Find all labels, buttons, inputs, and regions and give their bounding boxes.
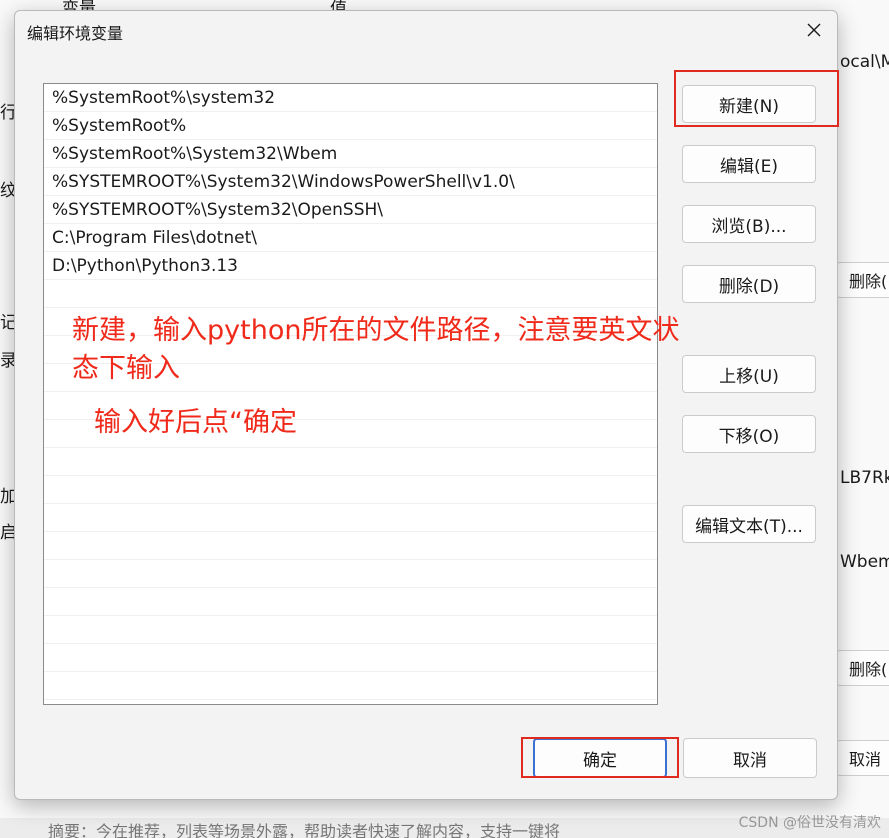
path-list-item[interactable]: %SYSTEMROOT%\System32\OpenSSH\ — [44, 196, 657, 224]
move-up-button[interactable]: 上移(U) — [682, 355, 816, 393]
empty-row: . — [44, 672, 657, 700]
path-list-item[interactable]: %SystemRoot%\system32 — [44, 84, 657, 112]
bg-fragment: LB7Rk — [840, 468, 889, 488]
bg-delete-button[interactable]: 删除( — [836, 650, 889, 686]
bg-cancel-button[interactable]: 取消 — [836, 740, 889, 776]
path-list-item[interactable]: C:\Program Files\dotnet\ — [44, 224, 657, 252]
empty-row: . — [44, 504, 657, 532]
annotation-line-2: 态下输入 — [72, 353, 180, 384]
empty-row: . — [44, 588, 657, 616]
empty-row: . — [44, 700, 657, 704]
empty-row: . — [44, 448, 657, 476]
delete-button[interactable]: 删除(D) — [682, 265, 816, 303]
annotation-line-3: 输入好后点“确定 — [94, 407, 297, 438]
path-list-item[interactable]: %SYSTEMROOT%\System32\WindowsPowerShell\… — [44, 168, 657, 196]
close-button[interactable] — [801, 17, 827, 43]
empty-row: . — [44, 532, 657, 560]
dialog-title: 编辑环境变量 — [27, 24, 124, 43]
move-down-button[interactable]: 下移(O) — [682, 415, 816, 453]
bg-fragment: ocal\Mi — [840, 52, 889, 72]
path-list-item[interactable]: D:\Python\Python3.13 — [44, 252, 657, 280]
empty-row: . — [44, 616, 657, 644]
empty-row: . — [44, 476, 657, 504]
browse-button[interactable]: 浏览(B)... — [682, 205, 816, 243]
close-icon — [807, 23, 821, 37]
empty-row: . — [44, 280, 657, 308]
edit-button[interactable]: 编辑(E) — [682, 145, 816, 183]
bg-delete-button[interactable]: 删除( — [836, 262, 889, 298]
empty-row: . — [44, 560, 657, 588]
path-list-item[interactable]: %SystemRoot% — [44, 112, 657, 140]
watermark: CSDN @俗世没有清欢 — [738, 815, 881, 831]
new-button[interactable]: 新建(N) — [682, 85, 816, 123]
empty-row: . — [44, 644, 657, 672]
edit-text-button[interactable]: 编辑文本(T)... — [682, 505, 816, 543]
ok-button[interactable]: 确定 — [533, 738, 667, 778]
edit-env-variable-dialog: 编辑环境变量 %SystemRoot%\system32 %SystemRoot… — [14, 10, 838, 800]
path-list[interactable]: %SystemRoot%\system32 %SystemRoot% %Syst… — [43, 83, 658, 705]
cancel-button[interactable]: 取消 — [683, 738, 817, 778]
bg-fragment: Wbem — [840, 552, 889, 572]
annotation-line-1: 新建，输入python所在的文件路径，注意要英文状 — [72, 315, 680, 346]
path-list-item[interactable]: %SystemRoot%\System32\Wbem — [44, 140, 657, 168]
